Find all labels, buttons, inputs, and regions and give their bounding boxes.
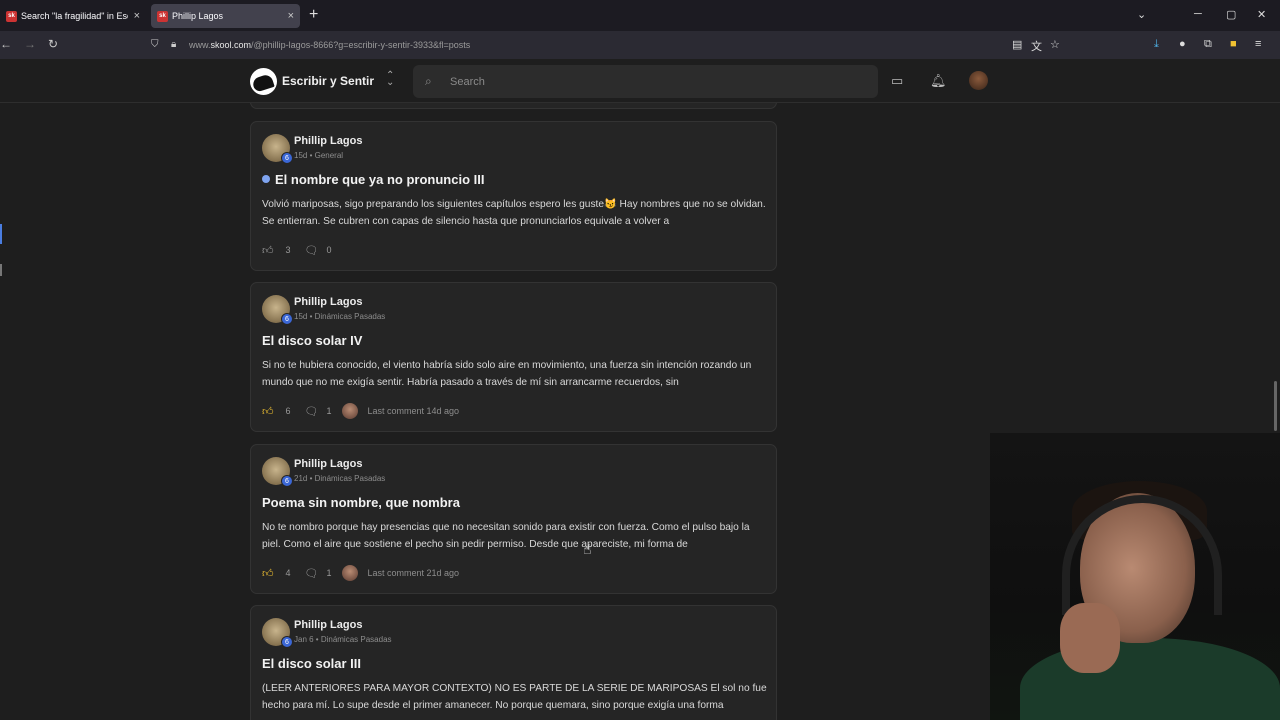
close-tab-icon[interactable]: × xyxy=(134,10,140,22)
minimize-icon[interactable]: ─ xyxy=(1194,8,1202,20)
scrollbar[interactable] xyxy=(1274,381,1277,431)
forward-icon[interactable]: → xyxy=(24,37,36,51)
post-title[interactable]: El disco solar IV xyxy=(262,333,362,348)
close-window-icon[interactable]: ✕ xyxy=(1257,8,1266,21)
post-meta: Jan 6 • Dinámicas Pasadas xyxy=(294,635,392,644)
webcam-overlay xyxy=(990,433,1280,720)
post-card[interactable]: 6 Phillip Lagos 21d • Dinámicas Pasadas … xyxy=(250,444,777,594)
app-header: Escribir y Sentir ⌃⌄ ⌕ ▭ 🔔︎ xyxy=(0,59,1280,103)
browser-tab-search[interactable]: sk Search "la fragilidad" in Escribir × xyxy=(0,4,146,28)
level-badge: 6 xyxy=(281,152,293,164)
address-bar[interactable]: ⛉ 🔒︎ www.skool.com/@phillip-lagos-8666?g… xyxy=(144,33,1074,57)
last-comment: Last comment 21d ago xyxy=(367,568,460,578)
post-card[interactable]: 6 Phillip Lagos 15d • Dinámicas Pasadas … xyxy=(250,282,777,432)
like-icon[interactable]: 👍︎ xyxy=(262,244,274,257)
download-icon[interactable]: ⤓ xyxy=(1154,38,1159,51)
notifications-bell-icon[interactable]: 🔔︎ xyxy=(930,73,947,89)
tab-list-icon[interactable]: ⌄ xyxy=(1137,8,1146,21)
post-preview: No te nombro porque hay presencias que n… xyxy=(262,522,750,550)
bookmark-star-icon[interactable]: ☆ xyxy=(1050,38,1060,51)
shield-icon[interactable]: ⛉ xyxy=(151,39,159,50)
side-indicator xyxy=(0,264,2,276)
post-preview: (LEER ANTERIORES PARA MAYOR CONTEXTO) NO… xyxy=(262,683,767,711)
new-tab-icon[interactable]: + xyxy=(309,6,318,24)
author-name[interactable]: Phillip Lagos xyxy=(294,135,362,147)
level-badge: 6 xyxy=(281,636,293,648)
menu-icon[interactable]: ≡ xyxy=(1255,38,1261,50)
author-name[interactable]: Phillip Lagos xyxy=(294,619,362,631)
like-icon[interactable]: 👍︎ xyxy=(262,405,274,418)
browser-tab-profile[interactable]: sk Phillip Lagos × xyxy=(151,4,300,28)
like-icon[interactable]: 👍︎ xyxy=(262,567,274,580)
translate-icon[interactable]: 文 xyxy=(1031,38,1042,54)
mouse-cursor-icon: ☝︎ xyxy=(583,541,592,557)
user-avatar[interactable] xyxy=(969,71,988,90)
back-icon[interactable]: ← xyxy=(0,37,12,51)
commenter-avatar[interactable] xyxy=(341,403,358,419)
comment-icon[interactable]: 🗨︎ xyxy=(305,244,319,257)
post-preview: Si no te hubiera conocido, el viento hab… xyxy=(262,360,752,388)
like-count: 6 xyxy=(285,406,291,416)
post-footer: 👍︎ 3 🗨︎ 0 xyxy=(262,243,346,257)
search-input[interactable] xyxy=(450,73,850,90)
webcam-person-shirt xyxy=(1020,638,1280,720)
search-icon: ⌕ xyxy=(425,74,432,88)
post-footer: 👍︎ 4 🗨︎ 1 Last comment 21d ago xyxy=(262,565,460,581)
extension-circle-icon[interactable]: ● xyxy=(1179,38,1186,50)
level-badge: 6 xyxy=(281,475,293,487)
post-card[interactable]: 6 Phillip Lagos Jan 6 • Dinámicas Pasada… xyxy=(250,605,777,720)
author-name[interactable]: Phillip Lagos xyxy=(294,458,362,470)
extensions-puzzle-icon[interactable]: ⧉ xyxy=(1204,38,1212,51)
post-title[interactable]: El disco solar III xyxy=(262,656,361,671)
skool-favicon-icon: sk xyxy=(6,10,17,22)
post-title[interactable]: Poema sin nombre, que nombra xyxy=(262,495,460,510)
reload-icon[interactable]: ↻ xyxy=(48,37,58,51)
chat-icon[interactable]: ▭ xyxy=(891,73,903,89)
search-bar[interactable]: ⌕ xyxy=(413,65,878,98)
author-name[interactable]: Phillip Lagos xyxy=(294,296,362,308)
comment-count: 0 xyxy=(326,245,332,255)
comment-icon[interactable]: 🗨︎ xyxy=(305,567,319,580)
community-logo[interactable] xyxy=(250,68,277,95)
post-title[interactable]: El nombre que ya no pronuncio III xyxy=(262,172,484,187)
like-count: 4 xyxy=(285,568,291,578)
unread-dot-icon xyxy=(262,175,270,183)
browser-tab-bar: sk Search "la fragilidad" in Escribir × … xyxy=(0,0,1280,31)
post-card[interactable]: 6 Phillip Lagos 15d • General El nombre … xyxy=(250,121,777,271)
tab-title: Search "la fragilidad" in Escribir xyxy=(21,11,128,21)
browser-nav-bar: ← → ↻ ⛉ 🔒︎ www.skool.com/@phillip-lagos-… xyxy=(0,31,1280,59)
side-indicator xyxy=(0,224,2,244)
skool-favicon-icon: sk xyxy=(157,10,168,22)
webcam-person-hand xyxy=(1060,603,1120,673)
url-text[interactable]: www.skool.com/@phillip-lagos-8666?g=escr… xyxy=(189,40,470,50)
post-meta: 15d • General xyxy=(294,151,344,160)
comment-icon[interactable]: 🗨︎ xyxy=(305,405,319,418)
last-comment: Last comment 14d ago xyxy=(367,406,460,416)
community-switcher-icon[interactable]: ⌃ ⌄ xyxy=(386,71,394,88)
like-count: 3 xyxy=(285,245,291,255)
comment-count: 1 xyxy=(326,568,332,578)
post-meta: 21d • Dinámicas Pasadas xyxy=(294,474,386,483)
commenter-avatar[interactable] xyxy=(341,565,358,581)
post-meta: 15d • Dinámicas Pasadas xyxy=(294,312,386,321)
post-footer: 👍︎ 6 🗨︎ 1 Last comment 14d ago xyxy=(262,403,460,419)
level-badge: 6 xyxy=(281,313,293,325)
lock-icon[interactable]: 🔒︎ xyxy=(171,39,176,50)
tab-title: Phillip Lagos xyxy=(172,11,224,21)
maximize-icon[interactable]: ▢ xyxy=(1226,8,1236,21)
comment-count: 1 xyxy=(326,406,332,416)
close-tab-icon[interactable]: × xyxy=(288,10,294,22)
community-name[interactable]: Escribir y Sentir xyxy=(282,74,374,88)
extension-r-icon[interactable]: ■ xyxy=(1230,38,1237,50)
reader-view-icon[interactable]: ▤ xyxy=(1012,38,1022,51)
post-preview: Volvió mariposas, sigo preparando los si… xyxy=(262,199,766,227)
